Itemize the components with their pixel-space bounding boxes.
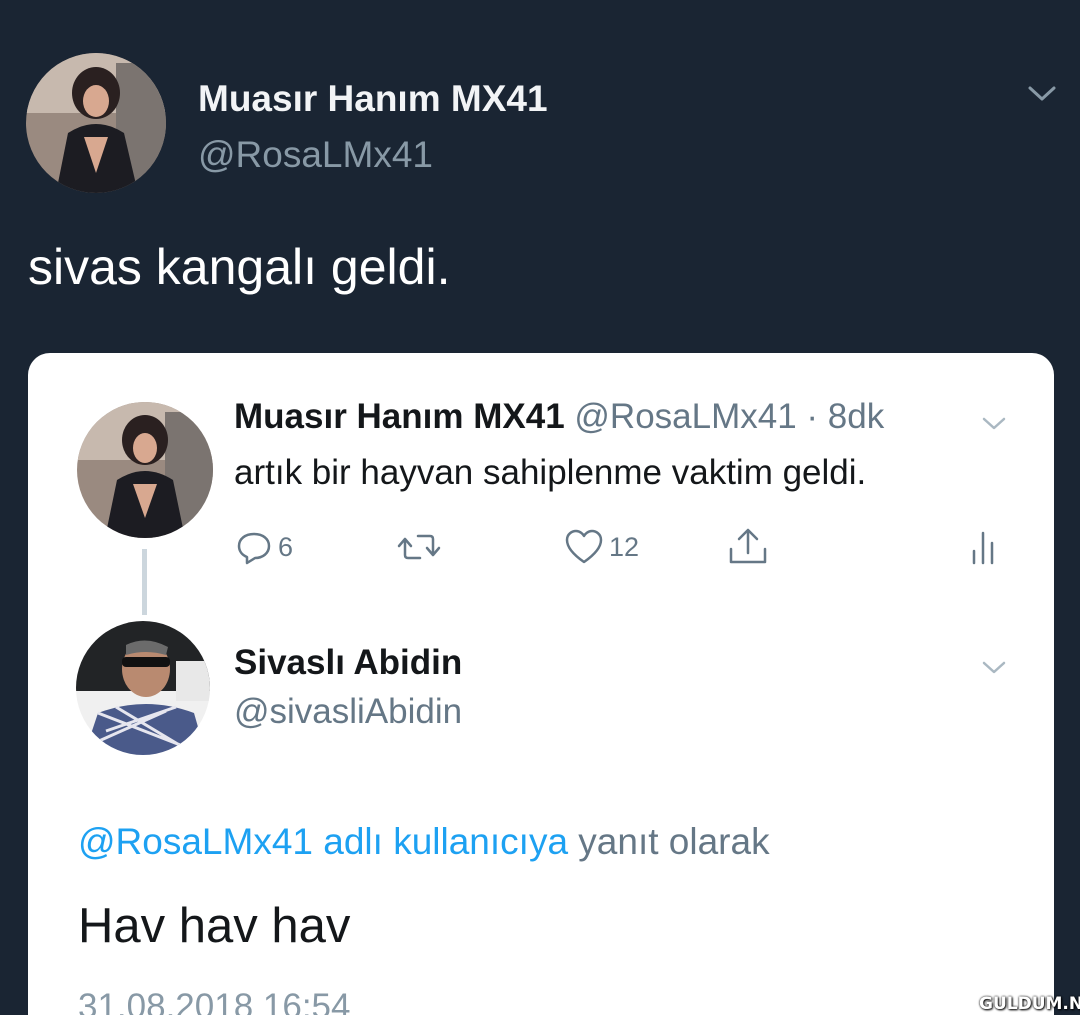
reply-avatar[interactable] [76, 621, 210, 755]
chevron-down-icon[interactable] [978, 411, 1010, 435]
reply-to-suffix: yanıt olarak [568, 821, 770, 862]
chevron-down-icon[interactable] [978, 655, 1010, 679]
share-button[interactable] [726, 525, 770, 569]
quoted-thread-card[interactable]: Muasır Hanım MX41 @RosaLMx41 · 8dk artık… [28, 353, 1054, 1015]
reply-display-name[interactable]: Sivaslı Abidin [234, 643, 462, 683]
reply-button[interactable]: 6 [234, 525, 293, 569]
avatar[interactable] [26, 53, 166, 193]
replying-to: @RosaLMx41 adlı kullanıcıya yanıt olarak [78, 821, 770, 863]
handle[interactable]: @RosaLMx41 [198, 134, 433, 176]
quoted-header: Muasır Hanım MX41 @RosaLMx41 · 8dk [234, 397, 884, 437]
display-name[interactable]: Muasır Hanım MX41 [198, 78, 548, 120]
thread-connector [142, 549, 147, 615]
like-count: 12 [609, 531, 640, 562]
retweet-icon [396, 527, 442, 567]
retweet-button[interactable] [396, 525, 442, 569]
chevron-down-icon[interactable] [1024, 78, 1060, 108]
like-icon [563, 527, 605, 567]
reply-handle[interactable]: @sivasliAbidin [234, 692, 462, 732]
quoted-display-name[interactable]: Muasır Hanım MX41 [234, 397, 565, 436]
quoted-tweet-text: artık bir hayvan sahiplenme vaktim geldi… [234, 453, 867, 492]
quoted-handle-time[interactable]: @RosaLMx41 · 8dk [574, 397, 884, 436]
quoted-avatar[interactable] [77, 402, 213, 538]
analytics-icon [966, 527, 1000, 567]
reply-icon [234, 527, 274, 567]
reply-to-link[interactable]: @RosaLMx41 adlı kullanıcıya [78, 821, 568, 862]
tweet-text: sivas kangalı geldi. [28, 239, 451, 295]
reply-count: 6 [278, 531, 294, 562]
timestamp: 31.08.2018 16:54 [78, 987, 351, 1015]
analytics-button[interactable] [966, 525, 1000, 569]
like-button[interactable]: 12 [563, 525, 639, 569]
reply-tweet-text: Hav hav hav [78, 899, 351, 953]
watermark: GULDUM.NET [979, 994, 1080, 1014]
share-icon [726, 527, 770, 567]
